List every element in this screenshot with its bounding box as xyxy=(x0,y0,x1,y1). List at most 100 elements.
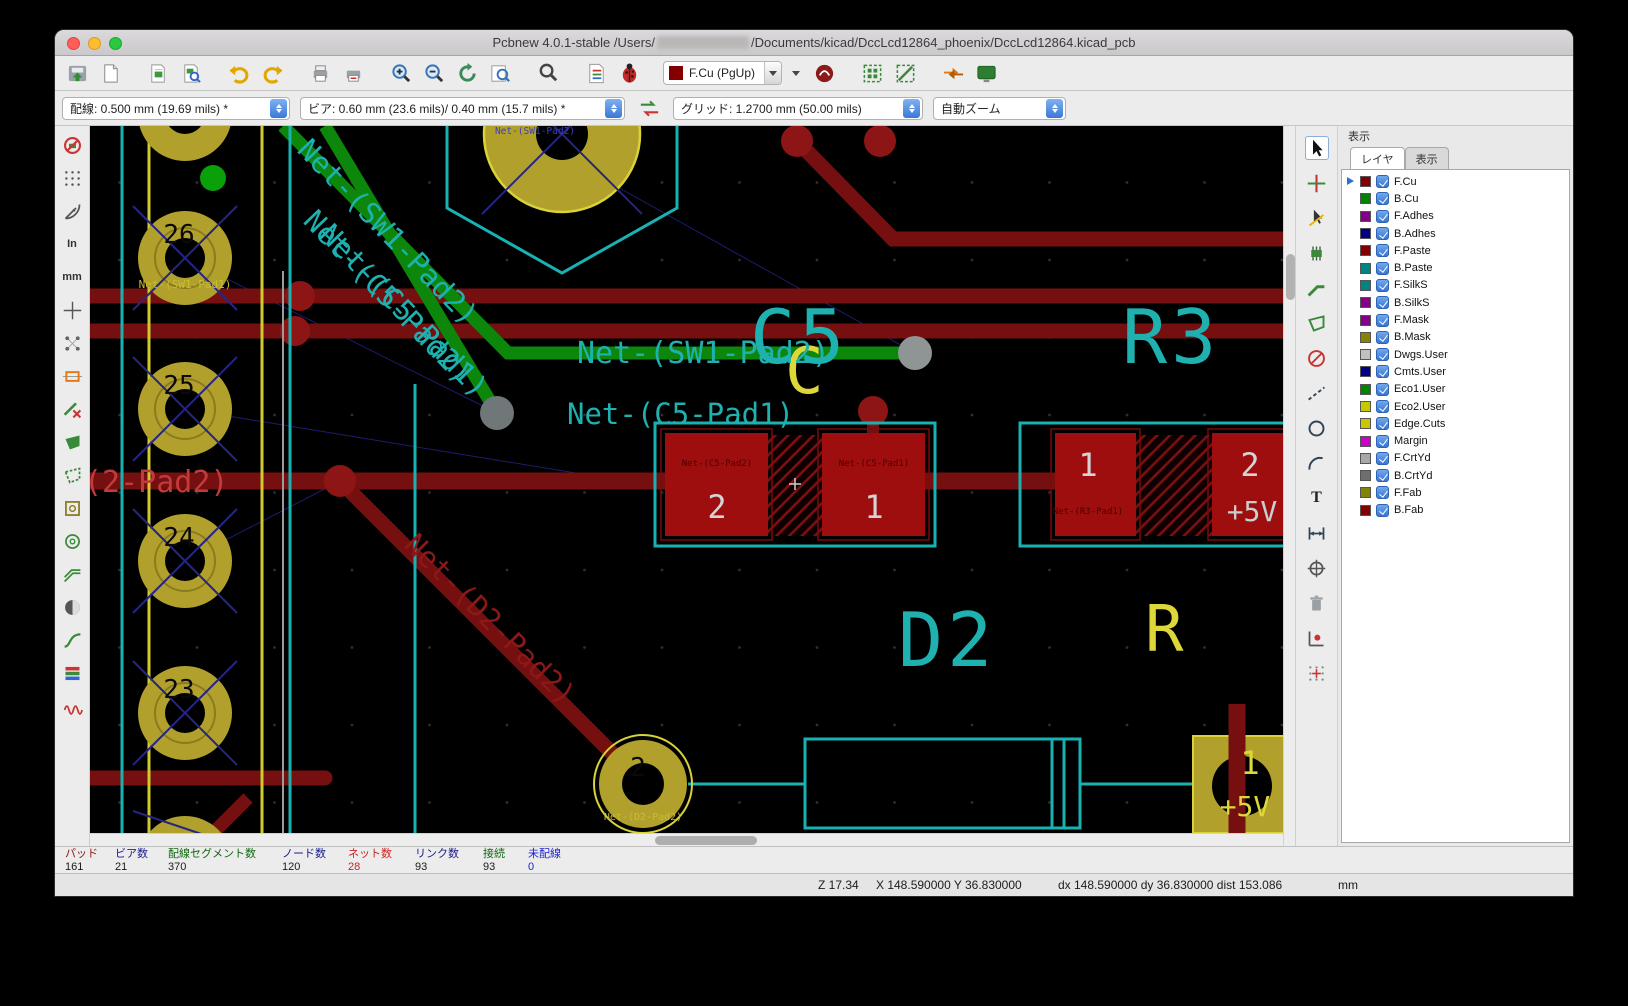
add-footprint-icon[interactable] xyxy=(1305,241,1329,265)
netlist-icon[interactable] xyxy=(582,59,610,87)
layer-color-swatch[interactable] xyxy=(1360,470,1371,482)
grid-origin-icon[interactable] xyxy=(1305,661,1329,685)
ratsnest-toggle-icon[interactable] xyxy=(60,331,84,355)
layer-select[interactable]: F.Cu (PgUp) xyxy=(663,61,783,85)
add-dimension-icon[interactable] xyxy=(1305,521,1329,545)
pointer-icon[interactable] xyxy=(1304,136,1329,160)
redo-icon[interactable] xyxy=(258,59,286,87)
layer-visibility-checkbox[interactable] xyxy=(1376,486,1389,500)
save-icon[interactable] xyxy=(63,59,91,87)
local-ratsnest-icon[interactable] xyxy=(1305,206,1329,230)
footprint-browser-icon[interactable] xyxy=(177,59,205,87)
layer-row[interactable]: B.Mask xyxy=(1342,329,1569,346)
add-circle-icon[interactable] xyxy=(1305,416,1329,440)
drill-origin-icon[interactable] xyxy=(1305,626,1329,650)
titlebar[interactable]: Pcbnew 4.0.1-stable /Users/ /Documents/k… xyxy=(55,30,1573,56)
layer-color-swatch[interactable] xyxy=(1360,228,1371,240)
zone-outline-icon[interactable] xyxy=(60,463,84,487)
layer-visibility-checkbox[interactable] xyxy=(1376,296,1389,310)
layer-visibility-checkbox[interactable] xyxy=(1376,175,1389,189)
layer-color-swatch[interactable] xyxy=(1360,418,1371,430)
minimize-button[interactable] xyxy=(88,36,101,50)
via[interactable] xyxy=(898,336,932,370)
zoom-select[interactable]: 自動ズーム xyxy=(933,96,1066,120)
layer-color-swatch[interactable] xyxy=(1360,176,1371,188)
layer-row[interactable]: B.Adhes xyxy=(1342,225,1569,242)
close-button[interactable] xyxy=(67,36,80,50)
track-width-select[interactable]: 配線: 0.500 mm (19.69 mils) * xyxy=(62,96,290,120)
layer-row[interactable]: F.Fab xyxy=(1342,484,1569,501)
pad-24[interactable]: 24 xyxy=(132,508,238,614)
via-back[interactable] xyxy=(200,165,226,191)
layer-row[interactable]: F.Mask xyxy=(1342,311,1569,328)
freeroute-icon[interactable] xyxy=(939,59,967,87)
zoom-redraw-icon[interactable] xyxy=(453,59,481,87)
pad-23[interactable]: 23 xyxy=(132,660,238,766)
page-settings-icon[interactable] xyxy=(96,59,124,87)
module-ratsnest-icon[interactable] xyxy=(60,364,84,388)
microwave-tools-icon[interactable] xyxy=(810,59,838,87)
grid-toggle-icon[interactable] xyxy=(60,166,84,190)
layer-row[interactable]: Dwgs.User xyxy=(1342,346,1569,363)
layer-visibility-checkbox[interactable] xyxy=(1376,192,1389,206)
tab-layers[interactable]: レイヤ xyxy=(1350,147,1405,169)
d2-pad2[interactable]: 2 Net-(D2-Pad2) xyxy=(593,734,693,834)
add-text-icon[interactable]: T xyxy=(1305,486,1329,510)
auto-track-width-icon[interactable] xyxy=(635,94,663,122)
layer-color-swatch[interactable] xyxy=(1360,366,1371,378)
layer-row[interactable]: Edge.Cuts xyxy=(1342,415,1569,432)
layer-row[interactable]: B.Paste xyxy=(1342,259,1569,276)
add-line-icon[interactable] xyxy=(1305,381,1329,405)
layer-dropdown-button[interactable] xyxy=(787,59,805,87)
microwave-toolbar-icon[interactable] xyxy=(60,694,84,718)
layer-visibility-checkbox[interactable] xyxy=(1376,330,1389,344)
vertical-scrollbar-thumb[interactable] xyxy=(1285,254,1295,300)
layer-row[interactable]: F.Paste xyxy=(1342,242,1569,259)
layer-row[interactable]: B.Cu xyxy=(1342,190,1569,207)
scripting-console-icon[interactable] xyxy=(972,59,1000,87)
footprint-editor-icon[interactable] xyxy=(144,59,172,87)
layer-row[interactable]: F.Adhes xyxy=(1342,208,1569,225)
layer-row[interactable]: Eco1.User xyxy=(1342,381,1569,398)
via-sketch-icon[interactable] xyxy=(60,529,84,553)
layer-visibility-checkbox[interactable] xyxy=(1376,451,1389,465)
zoom-in-icon[interactable] xyxy=(387,59,415,87)
layer-color-swatch[interactable] xyxy=(1360,314,1371,326)
tab-render[interactable]: 表示 xyxy=(1404,147,1449,169)
layer-row[interactable]: Cmts.User xyxy=(1342,363,1569,380)
layer-row-fcu[interactable]: F.Cu xyxy=(1342,173,1569,190)
layer-row[interactable]: F.SilkS xyxy=(1342,277,1569,294)
highlight-net-icon[interactable] xyxy=(1305,171,1329,195)
zoom-fit-icon[interactable] xyxy=(486,59,514,87)
cursor-shape-icon[interactable] xyxy=(60,298,84,322)
layer-color-swatch[interactable] xyxy=(1360,279,1371,291)
layer-color-swatch[interactable] xyxy=(1360,262,1371,274)
via-size-select[interactable]: ビア: 0.60 mm (23.6 mils)/ 0.40 mm (15.7 m… xyxy=(300,96,625,120)
layer-visibility-checkbox[interactable] xyxy=(1376,382,1389,396)
pad-25[interactable]: 25 xyxy=(132,356,238,462)
high-contrast-icon[interactable] xyxy=(60,595,84,619)
layer-row[interactable]: B.Fab xyxy=(1342,502,1569,519)
footprint-r3[interactable]: 1 2 Net-(R3-Pad1) +5V xyxy=(1018,421,1317,548)
layer-visibility-checkbox[interactable] xyxy=(1376,244,1389,258)
drc-toggle-icon[interactable] xyxy=(60,133,84,157)
delete-icon[interactable] xyxy=(1305,591,1329,615)
via[interactable] xyxy=(480,396,514,430)
add-zone-icon[interactable] xyxy=(1305,311,1329,335)
layer-row[interactable]: B.CrtYd xyxy=(1342,467,1569,484)
add-target-icon[interactable] xyxy=(1305,556,1329,580)
layer-color-swatch[interactable] xyxy=(1360,452,1371,464)
layer-color-swatch[interactable] xyxy=(1360,504,1371,516)
pad-sketch-icon[interactable] xyxy=(60,496,84,520)
layer-visibility-checkbox[interactable] xyxy=(1376,417,1389,431)
layer-row[interactable]: Eco2.User xyxy=(1342,398,1569,415)
layer-color-swatch[interactable] xyxy=(1360,245,1371,257)
layer-row[interactable]: Margin xyxy=(1342,432,1569,449)
units-inches-icon[interactable]: In xyxy=(60,232,84,256)
horizontal-scrollbar[interactable] xyxy=(90,833,1283,846)
layers-manager-toggle-icon[interactable] xyxy=(60,661,84,685)
layer-visibility-checkbox[interactable] xyxy=(1376,209,1389,223)
units-mm-icon[interactable]: mm xyxy=(60,265,84,289)
layer-row[interactable]: B.SilkS xyxy=(1342,294,1569,311)
print-icon[interactable] xyxy=(306,59,334,87)
